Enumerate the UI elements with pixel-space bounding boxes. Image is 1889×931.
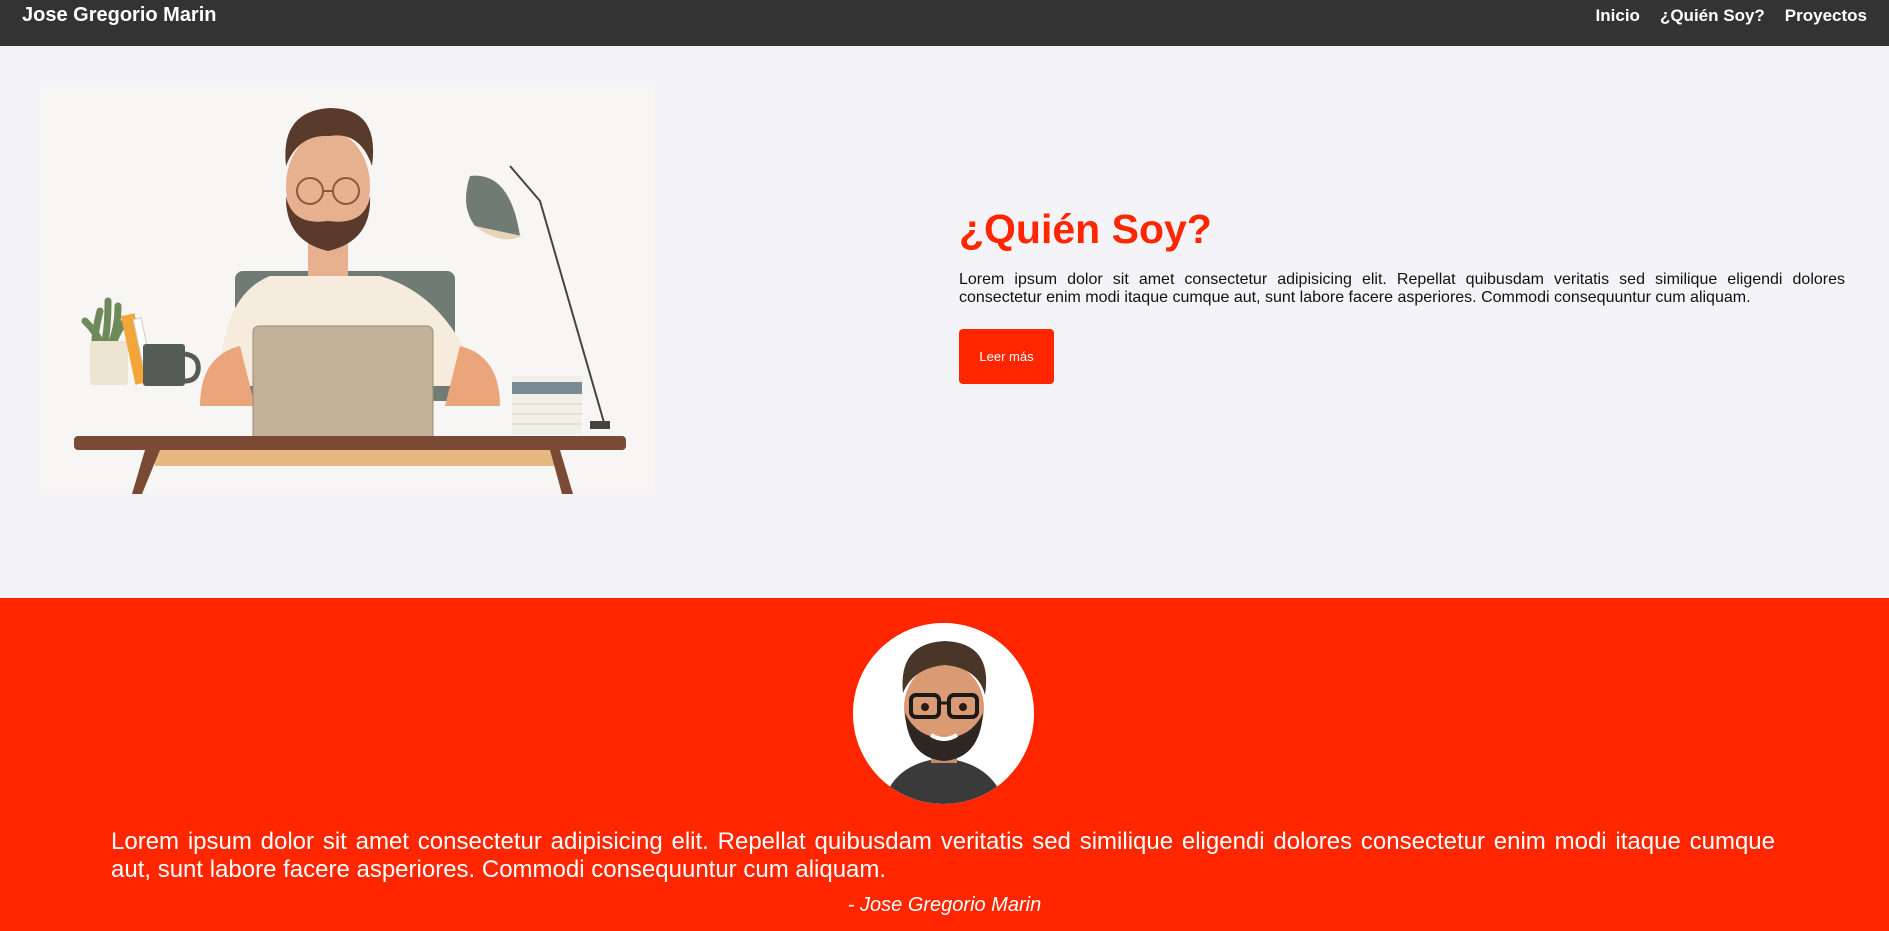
about-paragraph: Lorem ipsum dolor sit amet consectetur a… xyxy=(959,271,1845,306)
nav-link-inicio[interactable]: Inicio xyxy=(1596,6,1640,26)
testimonial-section: Lorem ipsum dolor sit amet consectetur a… xyxy=(0,598,1889,931)
navbar: Jose Gregorio Marin Inicio ¿Quién Soy? P… xyxy=(0,0,1889,46)
avatar xyxy=(853,623,1034,804)
nav-link-proyectos[interactable]: Proyectos xyxy=(1785,6,1867,26)
about-text: ¿Quién Soy? Lorem ipsum dolor sit amet c… xyxy=(959,206,1845,384)
developer-illustration xyxy=(40,86,655,494)
testimonial-author: - Jose Gregorio Marin xyxy=(847,894,1042,916)
brand-name[interactable]: Jose Gregorio Marin xyxy=(22,4,217,27)
developer-at-desk-image xyxy=(74,108,626,494)
testimonial-quote: Lorem ipsum dolor sit amet consectetur a… xyxy=(111,828,1775,883)
read-more-button[interactable]: Leer más xyxy=(959,329,1054,384)
nav-links: Inicio ¿Quién Soy? Proyectos xyxy=(1596,6,1867,26)
avatar-image xyxy=(853,623,1034,804)
nav-link-quien-soy[interactable]: ¿Quién Soy? xyxy=(1660,6,1765,26)
about-section: ¿Quién Soy? Lorem ipsum dolor sit amet c… xyxy=(0,46,1889,598)
about-title: ¿Quién Soy? xyxy=(959,206,1212,252)
